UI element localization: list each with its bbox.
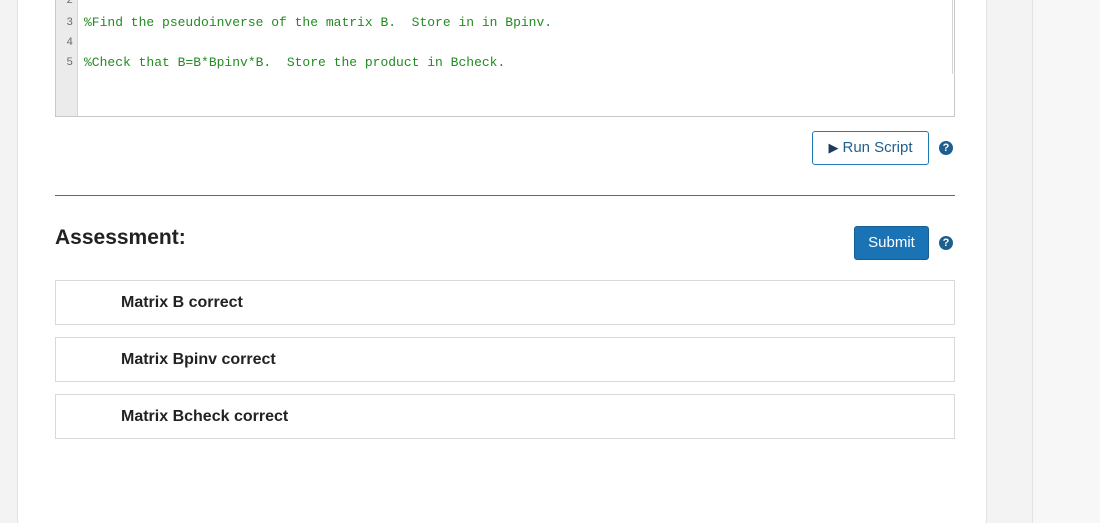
editor-margin-line — [952, 0, 953, 74]
section-divider — [55, 195, 955, 196]
assessment-item: Matrix B correct — [55, 280, 955, 325]
submit-button[interactable]: Submit — [854, 226, 929, 260]
code-line[interactable]: 4 — [56, 33, 954, 53]
code-line[interactable]: 5 %Check that B=B*Bpinv*B. Store the pro… — [56, 53, 954, 73]
line-number: 2 — [66, 0, 73, 7]
assessment-item-label: Matrix Bcheck correct — [121, 408, 289, 425]
code-line[interactable]: 2 — [56, 0, 954, 11]
right-panel — [1032, 0, 1100, 523]
play-icon: ▶ — [828, 140, 839, 155]
line-number: 5 — [66, 57, 73, 69]
code-comment[interactable]: %Check that B=B*Bpinv*B. Store the produ… — [84, 53, 505, 73]
code-line[interactable]: 3 %Find the pseudoinverse of the matrix … — [56, 13, 954, 33]
assessment-item-label: Matrix Bpinv correct — [121, 351, 276, 368]
code-editor[interactable]: 2 3 %Find the pseudoinverse of the matri… — [55, 0, 955, 117]
assessment-item-label: Matrix B correct — [121, 294, 243, 311]
code-comment[interactable]: %Find the pseudoinverse of the matrix B.… — [84, 13, 552, 33]
help-icon[interactable]: ? — [939, 141, 953, 155]
assessment-item: Matrix Bcheck correct — [55, 394, 955, 439]
line-number: 3 — [66, 17, 73, 29]
run-script-button[interactable]: ▶ Run Script — [812, 131, 929, 165]
run-script-label: Run Script — [842, 139, 913, 156]
line-number: 4 — [66, 37, 73, 49]
assessment-heading: Assessment: — [55, 226, 186, 249]
help-icon[interactable]: ? — [939, 236, 953, 250]
assessment-item: Matrix Bpinv correct — [55, 337, 955, 382]
